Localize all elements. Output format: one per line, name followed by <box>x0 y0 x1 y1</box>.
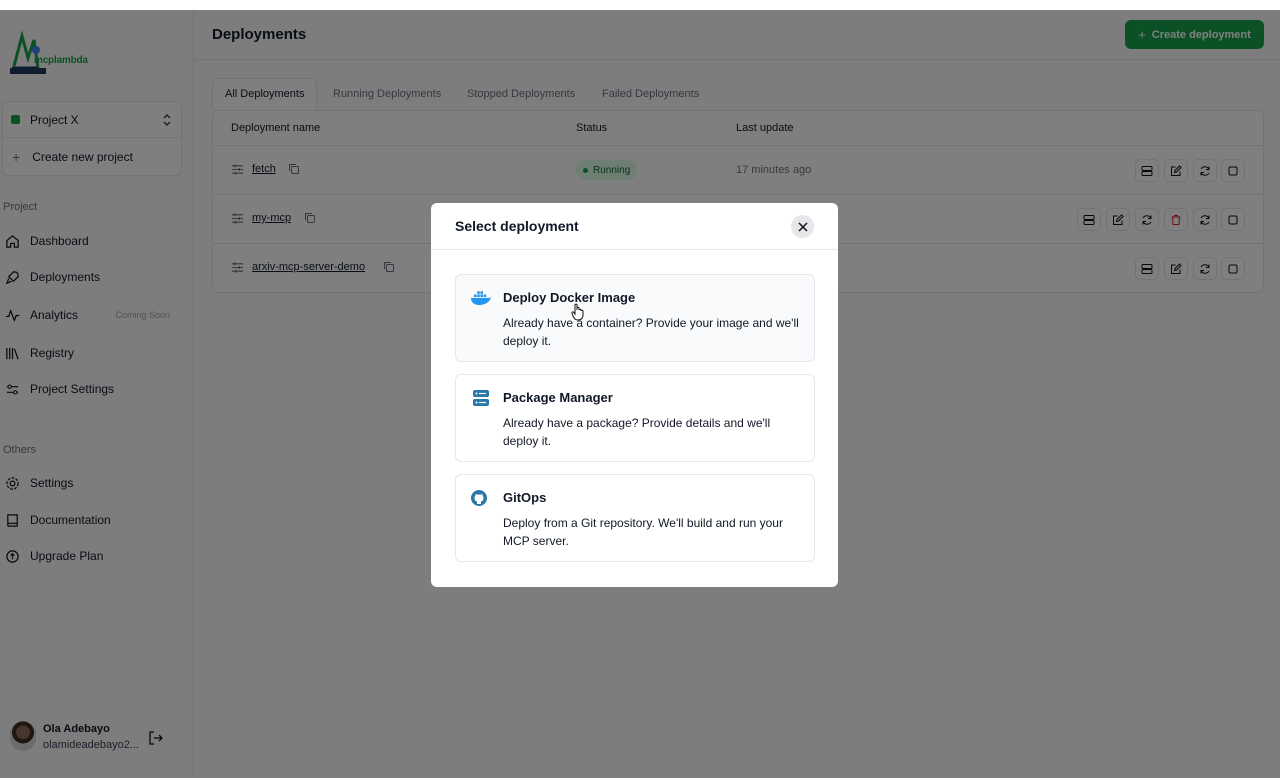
option-description: Already have a package? Provide details … <box>503 416 771 448</box>
close-icon <box>797 221 808 232</box>
dialog-title: Select deployment <box>455 218 579 234</box>
option-package-manager[interactable]: Package Manager Already have a package? … <box>455 374 815 462</box>
option-title: GitOps <box>503 490 547 505</box>
dialog-header: Select deployment <box>431 203 838 250</box>
option-title: Package Manager <box>503 390 613 405</box>
option-description: Already have a container? Provide your i… <box>503 316 799 348</box>
github-icon <box>471 490 487 506</box>
hand-pointer-cursor <box>571 303 584 321</box>
top-strip <box>0 0 1280 10</box>
close-button[interactable] <box>791 215 814 238</box>
option-description: Deploy from a Git repository. We'll buil… <box>503 516 783 548</box>
select-deployment-dialog: Select deployment Deploy Docker Image Al… <box>431 203 838 587</box>
option-gitops[interactable]: GitOps Deploy from a Git repository. We'… <box>455 474 815 562</box>
docker-icon <box>471 291 491 305</box>
option-title: Deploy Docker Image <box>503 290 636 305</box>
option-docker-image[interactable]: Deploy Docker Image Already have a conta… <box>455 274 815 362</box>
server-icon <box>473 390 489 406</box>
